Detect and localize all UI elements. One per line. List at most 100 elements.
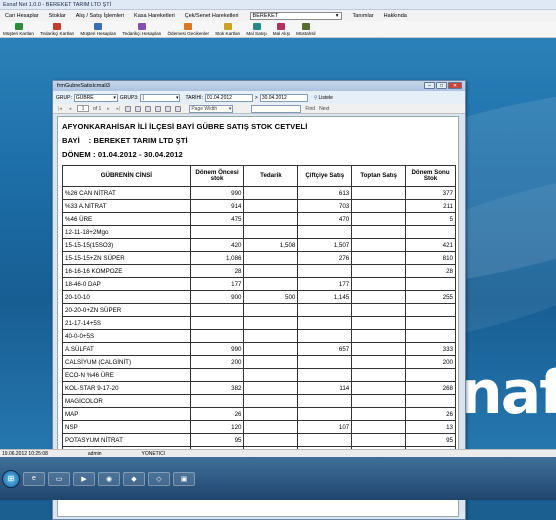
value-cell: 177: [189, 277, 245, 291]
date-separator: >: [254, 94, 258, 101]
toolbar: Müşteri Kartları Tedarikçi Kartları Müşter…: [0, 21, 556, 38]
toolbar-button[interactable]: Stok Kartları: [212, 23, 243, 37]
stop-icon[interactable]: [125, 105, 132, 112]
value-cell: [243, 212, 299, 226]
zoom-select[interactable]: Page Width ▾: [189, 104, 234, 113]
value-cell: 703: [297, 199, 353, 213]
cart-icon: [277, 23, 286, 30]
toolbar-button[interactable]: Tedarikçi Kartları: [37, 23, 77, 37]
toolbar-button[interactable]: Mal Alışı: [270, 23, 293, 37]
value-cell: [297, 264, 353, 278]
toolbar-button[interactable]: Ödemesi Gecikenler: [164, 23, 212, 37]
ledger-icon: [94, 23, 103, 30]
value-cell: [243, 225, 299, 239]
page-number-input[interactable]: 1: [77, 105, 89, 112]
table-row: CALSİYUM (CALGİNİT) 200 200: [62, 355, 456, 369]
toolbar-button[interactable]: Müstahsil: [293, 23, 318, 37]
taskbar-folder-icon[interactable]: ▭: [48, 471, 70, 486]
fertilizer-name-cell: %26 CAN NİTRAT: [62, 186, 191, 200]
filter-bar: GRUP: GÜBRE ▾ GRUP3: | ▾ TARİHİ: 01.04.2…: [53, 91, 465, 104]
date-to-field[interactable]: 30.04.2012: [259, 93, 308, 102]
ledger-icon: [137, 23, 146, 30]
first-page-icon[interactable]: |◂: [57, 106, 63, 112]
page-number-value: 1: [81, 105, 85, 112]
table-row: %33 A.NİTRAT 914 703 211: [62, 199, 456, 213]
prev-page-icon[interactable]: ◂: [67, 106, 73, 112]
fertilizer-name-cell: 15-15-15+ZN SÜPER: [62, 251, 191, 265]
menu-kasa-hareketleri[interactable]: Kasa Hareketleri: [129, 13, 180, 19]
search-icon: ⚲: [313, 94, 318, 101]
find-link[interactable]: Find: [305, 106, 315, 112]
table-row: 12-11-18+2Mgo: [62, 225, 456, 239]
taskbar-media-icon[interactable]: ▶: [73, 471, 95, 486]
value-cell: 28: [405, 264, 456, 278]
fertilizer-name-cell: %33 A.NİTRAT: [62, 199, 191, 213]
toolbar-button[interactable]: Mal Satışı: [243, 23, 269, 37]
page-setup-icon[interactable]: [165, 105, 172, 112]
grup-select[interactable]: GÜBRE ▾: [73, 93, 118, 102]
column-header: GÜBRENİN CİNSİ: [62, 165, 191, 187]
close-button[interactable]: ✕: [448, 82, 462, 89]
toolbar-button[interactable]: Tedarikçi Hesapları: [119, 23, 164, 37]
taskbar-app-icon[interactable]: ▣: [173, 471, 195, 486]
taskbar-ie-icon[interactable]: e: [23, 471, 45, 486]
grup3-select[interactable]: | ▾: [140, 93, 181, 102]
maximize-button[interactable]: □: [436, 82, 447, 89]
next-page-icon[interactable]: ▸: [105, 106, 111, 112]
value-cell: 914: [189, 199, 245, 213]
value-cell: [297, 355, 353, 369]
date-from-field[interactable]: 01.04.2012: [204, 93, 253, 102]
company-select[interactable]: BEREKET ▾: [249, 11, 342, 20]
app-title: Esnaf Net 1.0.0 - BEREKET TARIM LTD ŞTİ: [3, 1, 112, 8]
find-next-link[interactable]: Next: [319, 106, 329, 112]
toolbar-button[interactable]: Müşteri Kartları: [0, 23, 37, 37]
value-cell: 613: [297, 186, 353, 200]
column-header: Çiftçiye Satış: [297, 165, 353, 187]
value-cell: [297, 225, 353, 239]
toolbar-button-label: Ödemesi Gecikenler: [167, 31, 210, 36]
value-cell: [297, 316, 353, 330]
table-row: NSP 120 107 13: [62, 420, 456, 434]
fertilizer-name-cell: 12-11-18+2Mgo: [62, 225, 191, 239]
report-window-titlebar[interactable]: frmGubreSatisIcmali3 – □ ✕: [53, 81, 465, 91]
export-icon[interactable]: [175, 105, 182, 112]
taskbar-app-icon[interactable]: ◆: [123, 471, 145, 486]
print-layout-icon[interactable]: [155, 105, 162, 112]
find-input[interactable]: [251, 104, 302, 113]
fertilizer-name-cell: KOL-STAR 9-17-20: [62, 381, 191, 395]
last-page-icon[interactable]: ▸|: [115, 106, 121, 112]
value-cell: 95: [405, 433, 456, 447]
menu-hakkinda[interactable]: Hakkında: [379, 13, 412, 19]
grup3-value: |: [142, 94, 144, 101]
menu-stoklar[interactable]: Stoklar: [44, 13, 71, 19]
chevron-down-icon: ▾: [113, 94, 116, 101]
taskbar-app-icon[interactable]: ◇: [148, 471, 170, 486]
menu-tanimlar[interactable]: Tanımlar: [348, 13, 379, 19]
minimize-button[interactable]: –: [424, 82, 435, 89]
start-button[interactable]: ⊞: [2, 469, 20, 488]
status-role: YONETICI: [141, 450, 166, 457]
refresh-icon[interactable]: [135, 105, 142, 112]
fertilizer-name-cell: MAGİCOLOR: [62, 394, 191, 408]
menu-alis-satis[interactable]: Alış / Satış İşlemleri: [71, 13, 129, 19]
toolbar-button-label: Müşteri Hesapları: [80, 31, 117, 36]
value-cell: [243, 186, 299, 200]
value-cell: 421: [405, 238, 456, 252]
toolbar-button[interactable]: Müşteri Hesapları: [77, 23, 119, 37]
taskbar-chrome-icon[interactable]: ◉: [98, 471, 120, 486]
value-cell: 26: [405, 407, 456, 421]
menu-cari-hesaplar[interactable]: Cari Hesaplar: [0, 13, 44, 19]
value-cell: 420: [189, 238, 245, 252]
table-row: 16-16-16 KOMPOZE 28 28: [62, 264, 456, 278]
column-header: Tedarik: [243, 165, 299, 187]
value-cell: [405, 329, 456, 343]
column-header: Dönem Öncesi stok: [189, 165, 245, 187]
print-icon[interactable]: [145, 105, 152, 112]
table-row: 15-15-15(15SO3) 420 1,508 1,507 421: [62, 238, 456, 252]
menu-cek-senet[interactable]: Çek/Senet Hareketleri: [180, 13, 244, 19]
value-cell: [351, 355, 407, 369]
value-cell: 5: [405, 212, 456, 226]
value-cell: [243, 303, 299, 317]
table-row: %46 ÜRE 475 470 5: [62, 212, 456, 226]
list-button[interactable]: ⚲ Listele: [314, 95, 333, 101]
